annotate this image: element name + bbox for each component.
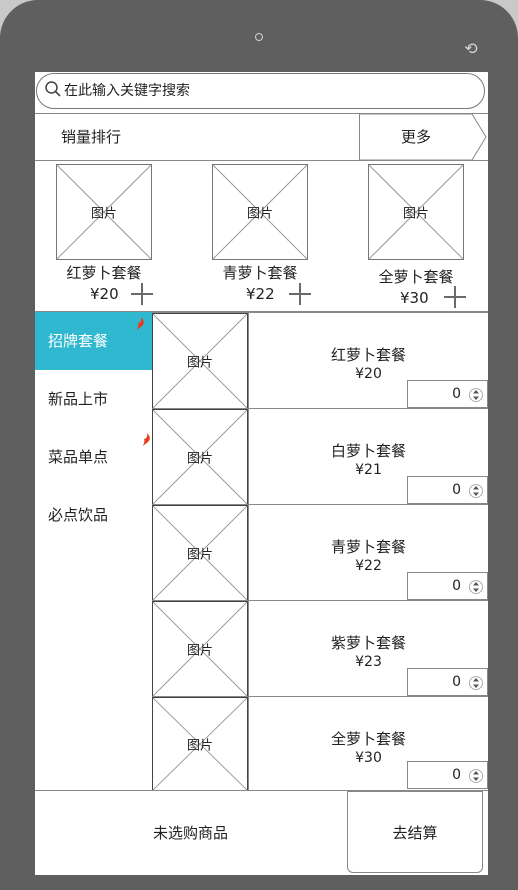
product-image: 图片 (152, 601, 248, 697)
product-name: 白萝卜套餐 (330, 442, 406, 460)
product-row[interactable]: 图片 紫萝卜套餐 ¥23 0 (152, 600, 488, 697)
quantity-value[interactable]: 0 (452, 381, 461, 407)
category-item-new[interactable]: 新品上市 (35, 370, 152, 428)
stepper-arrows-icon[interactable] (469, 386, 483, 404)
image-label: 图片 (186, 547, 213, 563)
product-row[interactable]: 图片 红萝卜套餐 ¥20 0 (152, 312, 488, 409)
product-row[interactable]: 图片 白萝卜套餐 ¥21 0 (152, 408, 488, 505)
quantity-stepper[interactable]: 0 (407, 572, 488, 600)
product-image: 图片 (152, 313, 248, 409)
stepper-arrows-icon[interactable] (469, 482, 483, 500)
more-button[interactable]: 更多 (359, 113, 487, 161)
category-label: 菜品单点 (48, 448, 109, 466)
camera-dot (255, 33, 263, 41)
product-image: 图片 (152, 409, 248, 505)
quantity-stepper[interactable]: 0 (407, 761, 488, 789)
checkout-button[interactable]: 去结算 (347, 791, 483, 873)
category-item-signature[interactable]: 招牌套餐 (35, 312, 152, 370)
category-item-drinks[interactable]: 必点饮品 (35, 486, 152, 544)
plus-icon[interactable] (289, 283, 311, 305)
device-frame: ⟲ 在此输入关键字搜索 销量排行 更多 图片 红萝卜套餐 ¥20 图片 青萝卜套… (0, 0, 518, 890)
category-label: 招牌套餐 (48, 332, 109, 350)
product-image: 图片 (152, 697, 248, 791)
hot-item-name: 全萝卜套餐 (378, 268, 454, 286)
product-name: 全萝卜套餐 (330, 730, 406, 748)
category-label: 新品上市 (48, 390, 109, 408)
hot-item-price: ¥20 (90, 285, 119, 303)
hot-item-name: 红萝卜套餐 (66, 264, 142, 282)
hot-item-name: 青萝卜套餐 (222, 264, 298, 282)
category-item-single[interactable]: 菜品单点 (35, 428, 152, 486)
hot-item-image[interactable]: 图片 (368, 164, 464, 260)
stepper-arrows-icon[interactable] (469, 767, 483, 785)
cart-status: 未选购商品 (152, 824, 228, 842)
quantity-value[interactable]: 0 (452, 573, 461, 599)
hot-item-price: ¥30 (400, 289, 429, 307)
more-button-label: 更多 (400, 128, 431, 146)
quantity-stepper[interactable]: 0 (407, 380, 488, 408)
product-name: 青萝卜套餐 (330, 538, 406, 556)
product-row[interactable]: 图片 青萝卜套餐 ¥22 0 (152, 504, 488, 601)
search-input[interactable]: 在此输入关键字搜索 (64, 74, 190, 108)
ranking-title: 销量排行 (61, 128, 122, 146)
quantity-value[interactable]: 0 (452, 762, 461, 788)
product-name: 红萝卜套餐 (330, 346, 406, 364)
stepper-arrows-icon[interactable] (469, 674, 483, 692)
quantity-value[interactable]: 0 (452, 477, 461, 503)
cart-footer: 未选购商品 去结算 (35, 790, 488, 875)
search-icon (45, 81, 61, 97)
image-label: 图片 (246, 206, 273, 222)
ranking-header: 销量排行 更多 (35, 113, 488, 161)
stepper-arrows-icon[interactable] (469, 578, 483, 596)
image-label: 图片 (186, 451, 213, 467)
product-name: 紫萝卜套餐 (330, 634, 406, 652)
hot-item-price: ¥22 (246, 285, 275, 303)
image-label: 图片 (186, 355, 213, 371)
flame-icon (137, 317, 144, 330)
image-label: 图片 (90, 206, 117, 222)
quantity-stepper[interactable]: 0 (407, 668, 488, 696)
product-row[interactable]: 图片 全萝卜套餐 ¥30 0 (152, 696, 488, 791)
category-sidebar: 招牌套餐 新品上市 菜品单点 必点饮品 (35, 312, 152, 790)
search-bar[interactable]: 在此输入关键字搜索 (36, 73, 485, 109)
flame-icon (143, 433, 150, 446)
app-screen: 在此输入关键字搜索 销量排行 更多 图片 红萝卜套餐 ¥20 图片 青萝卜套餐 … (35, 72, 488, 875)
quantity-value[interactable]: 0 (452, 669, 461, 695)
image-label: 图片 (402, 206, 429, 222)
image-label: 图片 (186, 643, 213, 659)
quantity-stepper[interactable]: 0 (407, 476, 488, 504)
product-image: 图片 (152, 505, 248, 601)
hot-item-image[interactable]: 图片 (212, 164, 308, 260)
rotate-icon[interactable]: ⟲ (460, 38, 482, 60)
plus-icon[interactable] (131, 283, 153, 305)
category-label: 必点饮品 (48, 506, 109, 524)
hot-item-image[interactable]: 图片 (56, 164, 152, 260)
image-label: 图片 (186, 738, 213, 754)
plus-icon[interactable] (444, 286, 466, 308)
